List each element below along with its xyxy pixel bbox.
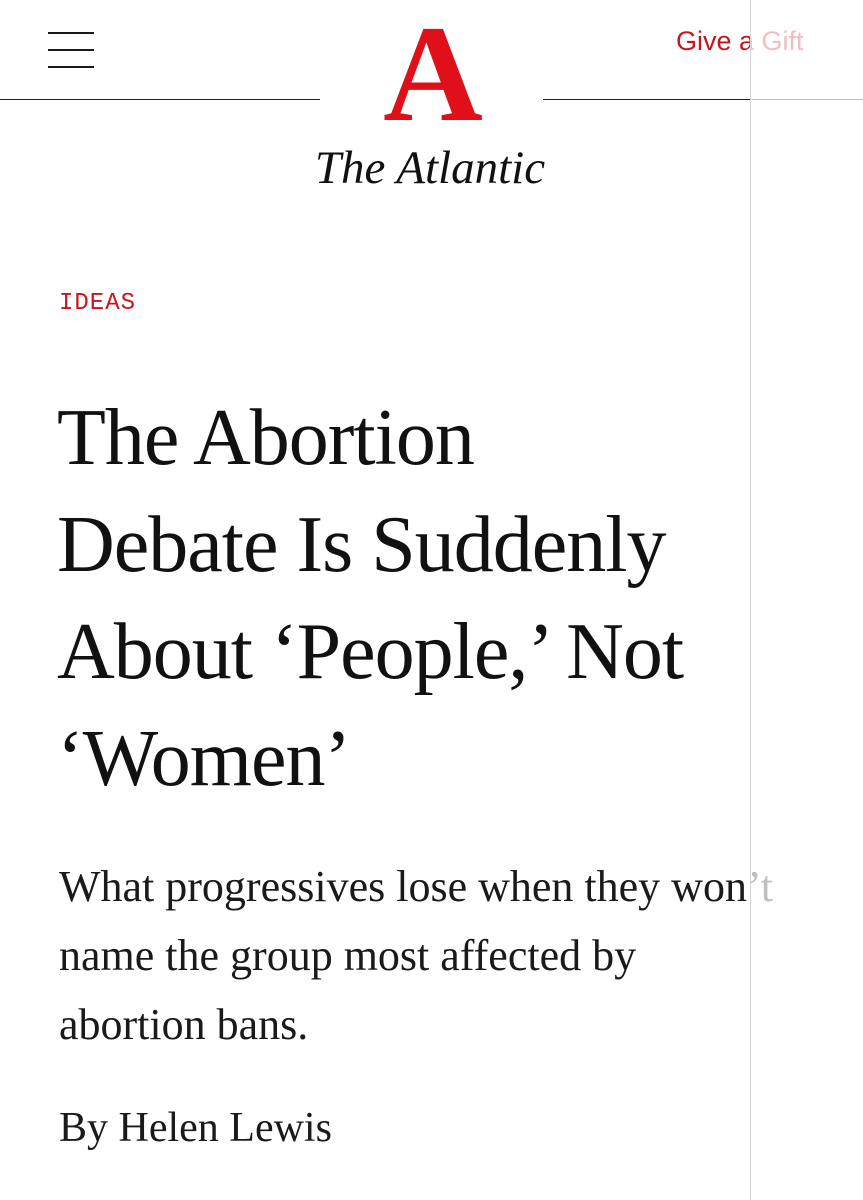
article-headline: The Abortion Debate Is Suddenly About ‘P… bbox=[57, 385, 817, 813]
section-label-ideas[interactable]: IDEAS bbox=[59, 289, 136, 319]
menu-button[interactable] bbox=[44, 28, 98, 72]
atlantic-wordmark[interactable]: The Atlantic bbox=[280, 138, 580, 198]
headline-line: About ‘People,’ Not bbox=[57, 608, 684, 696]
byline-prefix: By bbox=[59, 1105, 109, 1151]
dek-line: name the group most affected by bbox=[59, 931, 637, 980]
menu-line bbox=[48, 49, 94, 51]
author-link[interactable]: Helen Lewis bbox=[119, 1105, 332, 1151]
article-dek: What progressives lose when they won’t n… bbox=[59, 852, 819, 1059]
give-a-gift-link[interactable]: Give a Gift bbox=[676, 24, 804, 58]
article-byline: By Helen Lewis bbox=[59, 1098, 332, 1158]
headline-line: Debate Is Suddenly bbox=[57, 501, 667, 589]
page-edge-divider bbox=[750, 0, 751, 1200]
menu-line bbox=[48, 66, 94, 68]
headline-line: The Abortion bbox=[57, 394, 475, 482]
headline-line: ‘Women’ bbox=[57, 715, 351, 803]
dek-line: abortion bans. bbox=[59, 1000, 309, 1049]
dek-line: What progressives lose when they won’t bbox=[59, 862, 774, 911]
menu-line bbox=[48, 32, 94, 34]
header-divider-left bbox=[0, 99, 320, 100]
header-divider-right bbox=[543, 99, 863, 100]
atlantic-logo-letter[interactable]: A bbox=[380, 5, 484, 143]
